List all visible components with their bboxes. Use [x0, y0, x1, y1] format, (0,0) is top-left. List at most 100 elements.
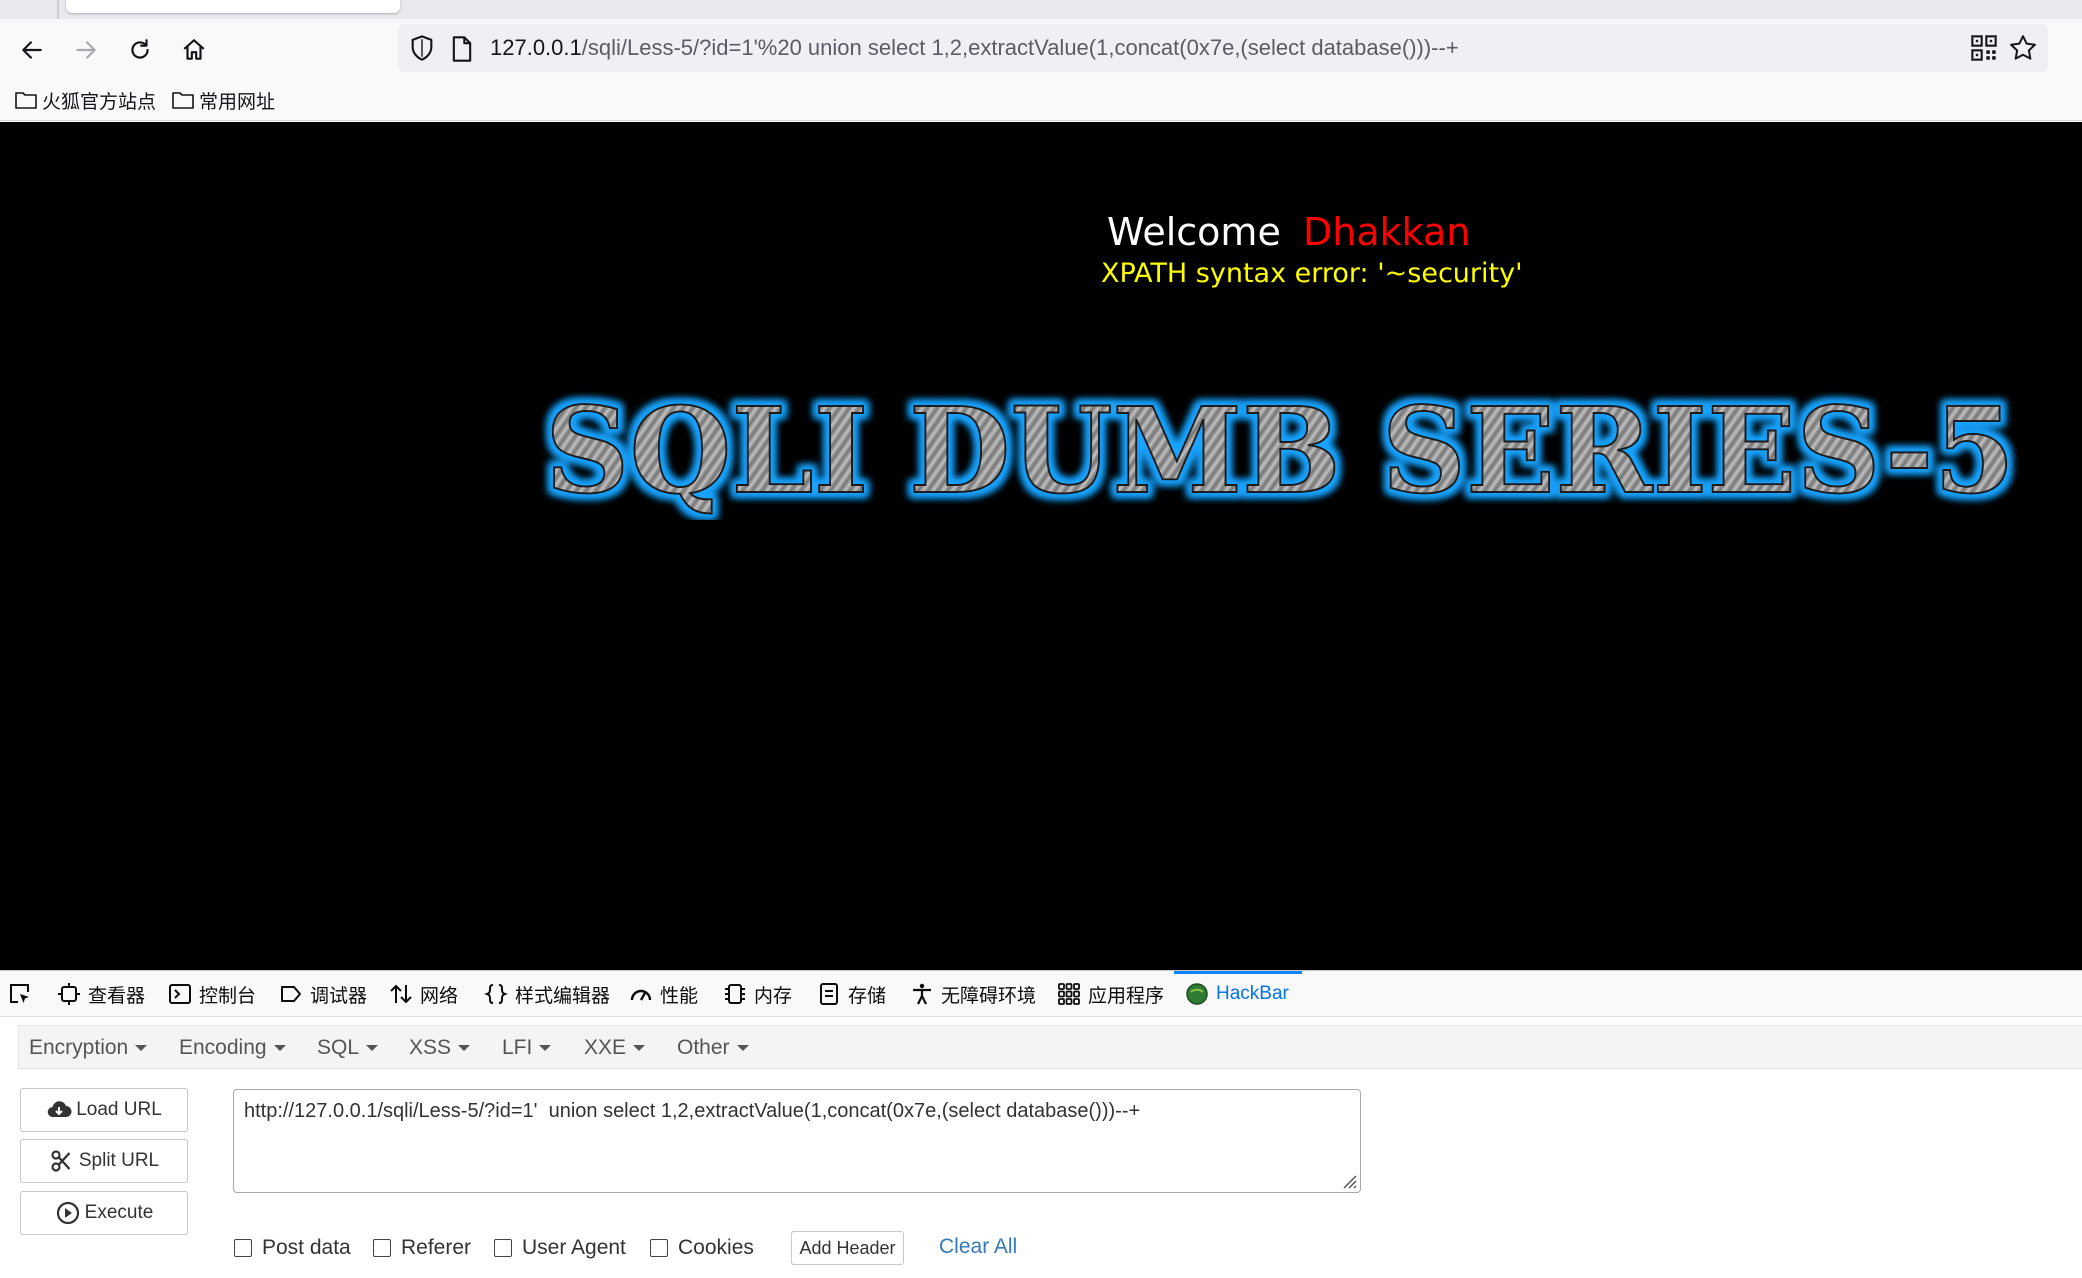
- tab-accessibility[interactable]: 无障碍环境: [910, 980, 1036, 1008]
- tab-debugger[interactable]: 调试器: [279, 980, 367, 1008]
- execute-button[interactable]: Execute: [20, 1191, 188, 1235]
- navigation-toolbar: 127.0.0.1/sqli/Less-5/?id=1'%20 union se…: [0, 19, 2082, 81]
- hackbar-menu: Encryption Encoding SQL XSS LFI XXE Othe…: [18, 1025, 2082, 1069]
- checkbox-box[interactable]: [373, 1239, 391, 1257]
- devtools-tabbar: 查看器 控制台 调试器 网络 样式编辑器 性能 内存 存储 无障碍环境 应用程序…: [0, 971, 2082, 1017]
- page-content: Welcome Dhakkan XPATH syntax error: '~se…: [0, 122, 2082, 970]
- hackbar-icon: [1186, 983, 1208, 1005]
- reload-button[interactable]: [121, 31, 159, 69]
- address-bar[interactable]: 127.0.0.1/sqli/Less-5/?id=1'%20 union se…: [398, 24, 2048, 72]
- menu-label: Encryption: [29, 1036, 129, 1059]
- tab-memory[interactable]: 内存: [723, 980, 792, 1008]
- button-label: Split URL: [78, 1150, 160, 1171]
- cookies-checkbox[interactable]: Cookies: [650, 1235, 754, 1261]
- debugger-icon: [281, 986, 301, 1002]
- checkbox-label: Referer: [401, 1236, 472, 1259]
- tab-application[interactable]: 应用程序: [1057, 980, 1164, 1008]
- url-path: /sqli/Less-5/?id=1'%20 union select 1,2,…: [581, 35, 1459, 60]
- menu-label: Other: [677, 1036, 730, 1059]
- tab-label: 网络: [420, 985, 459, 1007]
- folder-icon: [15, 92, 37, 109]
- url-host: 127.0.0.1: [490, 35, 582, 60]
- welcome-text: Welcome: [1107, 210, 1281, 254]
- tab-label: 存储: [848, 985, 887, 1007]
- tab-label: 样式编辑器: [515, 985, 611, 1007]
- menu-label: LFI: [502, 1036, 533, 1059]
- tab-performance[interactable]: 性能: [629, 980, 698, 1008]
- post-data-checkbox[interactable]: Post data: [234, 1235, 351, 1261]
- tab-storage[interactable]: 存储: [817, 980, 886, 1008]
- caret-down-icon: [736, 1045, 749, 1052]
- checkbox-label: Post data: [262, 1236, 351, 1259]
- accessibility-icon: [913, 983, 931, 1005]
- scissors-icon: [51, 1150, 71, 1172]
- menu-lfi[interactable]: LFI: [502, 1036, 552, 1060]
- bookmark-label: 火狐官方站点: [42, 91, 157, 113]
- menu-label: Encoding: [179, 1036, 267, 1059]
- url-text[interactable]: 127.0.0.1/sqli/Less-5/?id=1'%20 union se…: [490, 35, 1459, 61]
- home-icon: [183, 39, 205, 60]
- series-banner: SQLI DUMB SERIES-5: [544, 380, 2016, 520]
- folder-icon: [172, 92, 194, 109]
- button-label: Load URL: [76, 1099, 162, 1120]
- devtools-panel: 查看器 控制台 调试器 网络 样式编辑器 性能 内存 存储 无障碍环境 应用程序…: [0, 970, 2082, 1278]
- tab-style-editor[interactable]: 样式编辑器: [484, 980, 610, 1008]
- checkbox-box[interactable]: [234, 1239, 252, 1257]
- bookmark-folder-firefox[interactable]: 火狐官方站点: [14, 87, 156, 113]
- menu-encoding[interactable]: Encoding: [179, 1036, 286, 1060]
- page-icon[interactable]: [450, 35, 474, 63]
- menu-encryption[interactable]: Encryption: [29, 1036, 148, 1060]
- tab-separator: [57, 0, 59, 19]
- pick-element-button[interactable]: [8, 980, 39, 1008]
- tab-inspector[interactable]: 查看器: [57, 980, 145, 1008]
- referer-checkbox[interactable]: Referer: [373, 1235, 471, 1261]
- reload-icon: [131, 39, 149, 59]
- caret-down-icon: [366, 1045, 379, 1052]
- style-editor-icon: [484, 984, 508, 1004]
- hackbar-url-textarea[interactable]: http://127.0.0.1/sqli/Less-5/?id=1' unio…: [233, 1089, 1361, 1193]
- resize-grip-icon[interactable]: [1339, 1171, 1357, 1189]
- play-circle-icon: [56, 1201, 79, 1225]
- username-text: Dhakkan: [1303, 210, 1471, 254]
- tab-label: HackBar: [1216, 983, 1289, 1004]
- checkbox-box[interactable]: [494, 1239, 512, 1257]
- caret-down-icon: [458, 1045, 471, 1052]
- application-icon: [1058, 983, 1080, 1005]
- menu-xxe[interactable]: XXE: [584, 1036, 646, 1060]
- tab-label: 应用程序: [1088, 985, 1165, 1007]
- split-url-button[interactable]: Split URL: [20, 1139, 188, 1183]
- load-url-button[interactable]: Load URL: [20, 1088, 188, 1132]
- qr-code-icon[interactable]: [1970, 34, 1998, 62]
- tab-label: 控制台: [199, 985, 257, 1007]
- tab-console[interactable]: 控制台: [168, 980, 256, 1008]
- tab-label: 性能: [660, 985, 699, 1007]
- series-banner-text: SQLI DUMB SERIES-5: [545, 381, 2015, 520]
- forward-button[interactable]: [67, 31, 105, 69]
- menu-label: XSS: [409, 1036, 452, 1059]
- forward-icon: [76, 41, 96, 59]
- pick-element-icon: [10, 984, 29, 1003]
- storage-icon: [820, 983, 838, 1005]
- clear-all-link[interactable]: Clear All: [939, 1235, 1017, 1259]
- tab-label: 查看器: [88, 985, 146, 1007]
- tab-label: 无障碍环境: [941, 985, 1037, 1007]
- bookmark-star-icon[interactable]: [2008, 33, 2038, 63]
- performance-icon: [630, 989, 652, 1001]
- menu-label: SQL: [317, 1036, 360, 1059]
- menu-xss[interactable]: XSS: [409, 1036, 471, 1060]
- tab-hackbar[interactable]: HackBar: [1185, 980, 1289, 1008]
- caret-down-icon: [539, 1045, 552, 1052]
- bookmark-folder-common[interactable]: 常用网址: [171, 87, 275, 113]
- active-tab[interactable]: [66, 0, 400, 13]
- tab-label: 内存: [754, 985, 793, 1007]
- home-button[interactable]: [175, 31, 213, 69]
- add-header-button[interactable]: Add Header: [791, 1231, 904, 1265]
- menu-other[interactable]: Other: [677, 1036, 749, 1060]
- bookmarks-toolbar: 火狐官方站点 常用网址: [0, 81, 2082, 121]
- tab-network[interactable]: 网络: [389, 980, 458, 1008]
- shield-icon[interactable]: [408, 34, 436, 62]
- back-button[interactable]: [13, 31, 51, 69]
- menu-sql[interactable]: SQL: [317, 1036, 379, 1060]
- user-agent-checkbox[interactable]: User Agent: [494, 1235, 626, 1261]
- checkbox-box[interactable]: [650, 1239, 668, 1257]
